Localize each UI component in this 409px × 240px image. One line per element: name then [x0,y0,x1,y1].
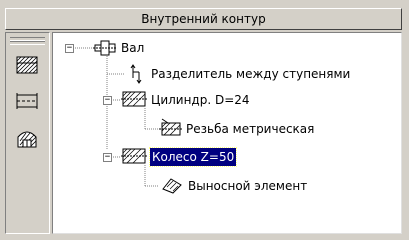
tree-node-gear-wheel[interactable]: Колесо Z=50 [148,147,238,167]
dimension-section-icon [16,93,38,109]
collapse-toggle-cylinder[interactable]: − [103,96,112,105]
dimension-section-button[interactable] [14,89,42,113]
tree-node-val[interactable]: Вал [119,39,146,57]
left-toolbar [5,32,50,234]
collapse-toggle-gear-wheel[interactable]: − [103,153,112,162]
shaft-icon [93,40,117,56]
hatched-gear-button[interactable] [14,127,42,151]
tree-node-thread[interactable]: Резьба метрическая [184,120,316,138]
tree-node-cylinder[interactable]: Цилиндр. D=24 [149,91,252,109]
thread-icon [159,118,183,136]
step-divider-icon [130,64,142,84]
hatched-section-icon [16,56,38,74]
hatched-gear-icon [17,131,37,148]
hatched-section-button[interactable] [14,53,42,77]
cylinder-icon [121,91,147,107]
detail-element-icon [162,178,182,194]
toolbar-grip[interactable] [10,41,45,45]
collapse-toggle-val[interactable]: − [65,44,74,53]
tree-view[interactable]: − Вал Разделитель между ступенями − Цили… [52,32,402,234]
tree-node-detail-element[interactable]: Выносной элемент [186,177,309,195]
gear-wheel-icon [121,148,147,164]
window: Внутренний контур − Вал Разделитель межд… [0,0,409,240]
panel-title: Внутренний контур [5,8,402,30]
tree-node-step-divider[interactable]: Разделитель между ступенями [149,65,352,83]
